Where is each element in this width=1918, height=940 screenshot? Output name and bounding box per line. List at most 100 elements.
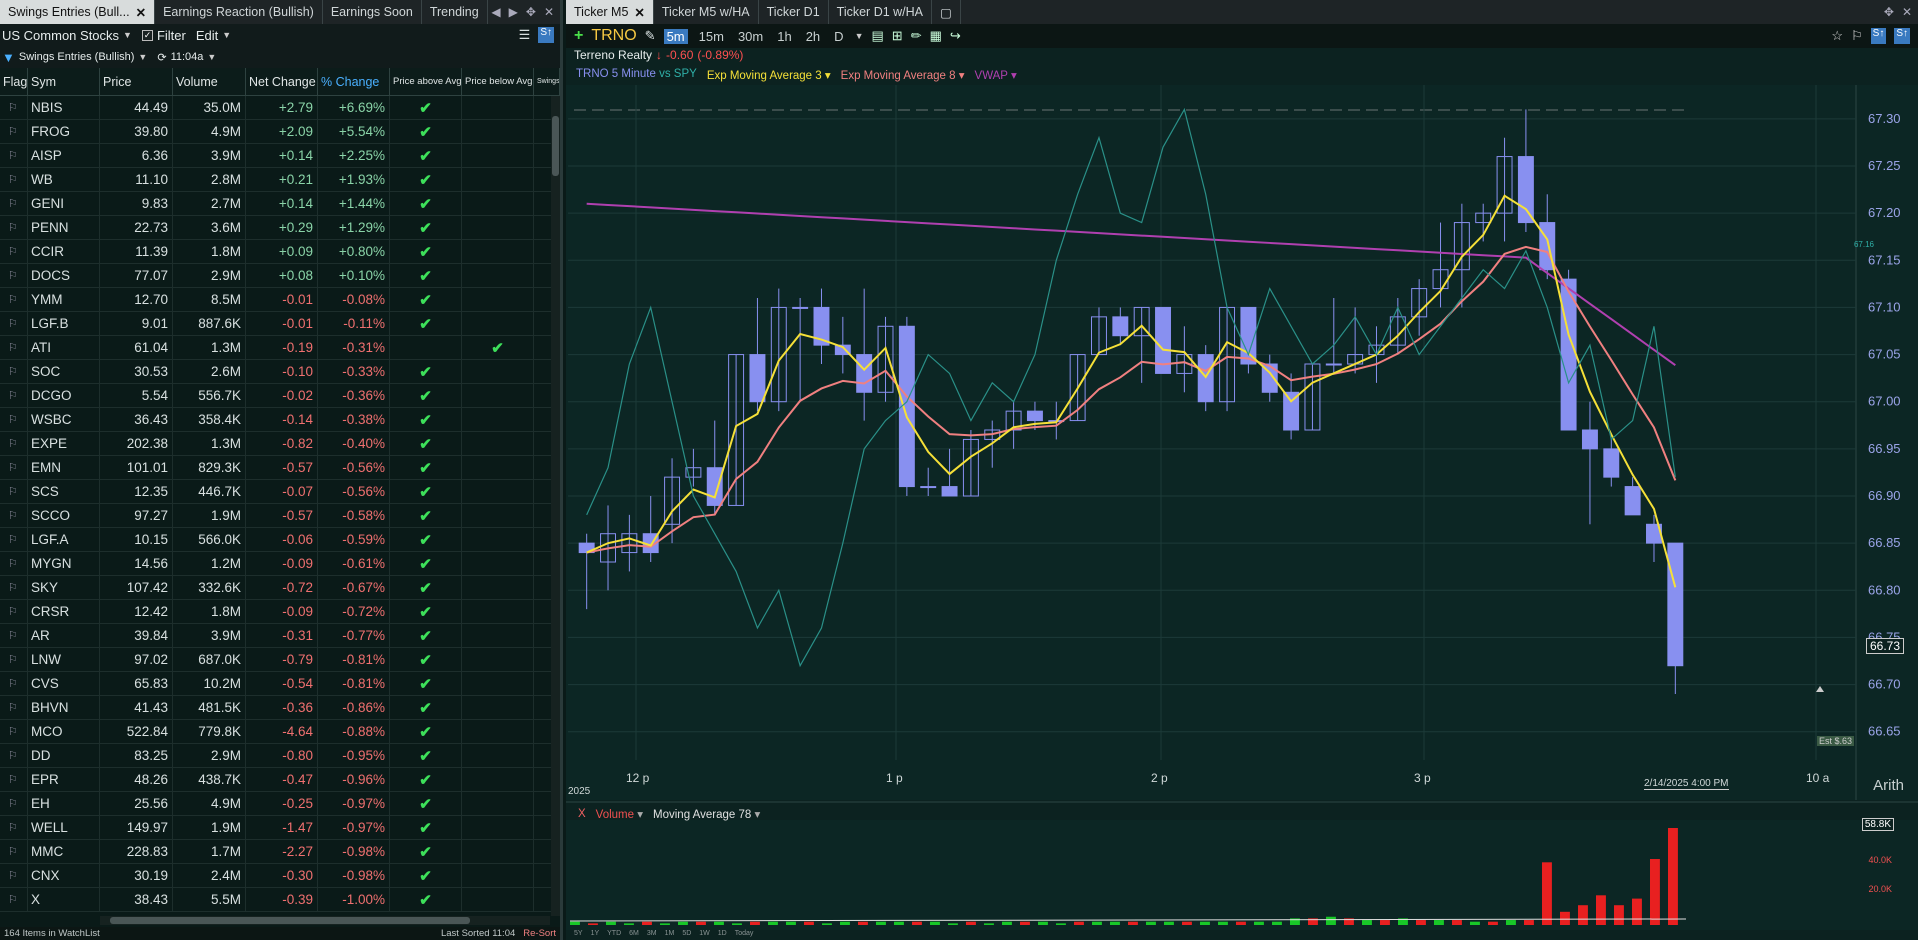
table-row[interactable]: ⚐ WELL 149.97 1.9M -1.47 -0.97% ✔ (0, 816, 560, 840)
table-row[interactable]: ⚐ LGF.A 10.15 566.0K -0.06 -0.59% ✔ (0, 528, 560, 552)
table-row[interactable]: ⚐ AR 39.84 3.9M -0.31 -0.77% ✔ (0, 624, 560, 648)
scrollbar-thumb[interactable] (552, 116, 559, 176)
table-row[interactable]: ⚐ DOCS 77.07 2.9M +0.08 +0.10% ✔ (0, 264, 560, 288)
filter-toggle[interactable]: ✓ Filter (141, 28, 186, 43)
col-header-sym[interactable]: Sym (28, 68, 100, 95)
col-header-price[interactable]: Price (100, 68, 173, 95)
table-row[interactable]: ⚐ CNX 30.19 2.4M -0.30 -0.98% ✔ (0, 864, 560, 888)
flag-icon[interactable]: ⚐ (3, 893, 18, 906)
move-icon[interactable]: ✥ (526, 5, 536, 19)
table-row[interactable]: ⚐ LNW 97.02 687.0K -0.79 -0.81% ✔ (0, 648, 560, 672)
flag-icon[interactable]: ⚐ (3, 101, 18, 114)
flag-icon[interactable]: ⚐ (3, 677, 18, 690)
flag-icon[interactable]: ⚐ (3, 629, 18, 642)
range-button[interactable]: 6M (629, 930, 639, 937)
table-row[interactable]: ⚐ FROG 39.80 4.9M +2.09 +5.54% ✔ (0, 120, 560, 144)
range-button[interactable]: 5D (682, 930, 691, 937)
scan-selector[interactable]: ▼ Swings Entries (Bullish) ▼ (2, 50, 147, 65)
range-button[interactable]: 3M (647, 930, 657, 937)
flag-icon[interactable]: ⚐ (3, 845, 18, 858)
flag-icon[interactable]: ⚐ (3, 869, 18, 882)
volume-study[interactable]: Volume ▾ (596, 807, 643, 821)
table-row[interactable]: ⚐ DD 83.25 2.9M -0.80 -0.95% ✔ (0, 744, 560, 768)
range-button[interactable]: Today (735, 930, 754, 937)
table-row[interactable]: ⚐ DCGO 5.54 556.7K -0.02 -0.36% ✔ (0, 384, 560, 408)
flag-icon[interactable]: ⚐ (3, 581, 18, 594)
table-row[interactable]: ⚐ EPR 48.26 438.7K -0.47 -0.96% ✔ (0, 768, 560, 792)
table-row[interactable]: ⚐ MCO 522.84 779.8K -4.64 -0.88% ✔ (0, 720, 560, 744)
table-row[interactable]: ⚐ LGF.B 9.01 887.6K -0.01 -0.11% ✔ (0, 312, 560, 336)
table-row[interactable]: ⚐ SOC 30.53 2.6M -0.10 -0.33% ✔ (0, 360, 560, 384)
table-row[interactable]: ⚐ CRSR 12.42 1.8M -0.09 -0.72% ✔ (0, 600, 560, 624)
table-row[interactable]: ⚐ CCIR 11.39 1.8M +0.09 +0.80% ✔ (0, 240, 560, 264)
flag-icon[interactable]: ⚐ (3, 509, 18, 522)
flag-icon[interactable]: ⚐ (3, 797, 18, 810)
table-row[interactable]: ⚐ WSBC 36.43 358.4K -0.14 -0.38% ✔ (0, 408, 560, 432)
checkbox-icon[interactable]: ✓ (141, 29, 153, 41)
range-button[interactable]: 1W (699, 930, 710, 937)
flag-icon[interactable]: ⚐ (3, 725, 18, 738)
range-button[interactable]: 1Y (591, 930, 600, 937)
table-row[interactable]: ⚐ EH 25.56 4.9M -0.25 -0.97% ✔ (0, 792, 560, 816)
range-button[interactable]: 1M (665, 930, 675, 937)
table-row[interactable]: ⚐ YMM 12.70 8.5M -0.01 -0.08% ✔ (0, 288, 560, 312)
col-header-price-above[interactable]: Price above Avg 10 (390, 68, 462, 95)
flag-icon[interactable]: ⚐ (3, 533, 18, 546)
table-row[interactable]: ⚐ BHVN 41.43 481.5K -0.36 -0.86% ✔ (0, 696, 560, 720)
flag-icon[interactable]: ⚐ (3, 461, 18, 474)
edit-menu[interactable]: Edit ▼ (196, 28, 231, 43)
range-button[interactable]: YTD (607, 930, 621, 937)
flag-icon[interactable]: ⚐ (3, 437, 18, 450)
ma-study[interactable]: Moving Average 78 ▾ (653, 807, 760, 821)
col-header-volume[interactable]: Volume (173, 68, 246, 95)
table-row[interactable]: ⚐ NBIS 44.49 35.0M +2.79 +6.69% ✔ (0, 96, 560, 120)
flag-icon[interactable]: ⚐ (3, 173, 18, 186)
flag-icon[interactable]: ⚐ (3, 221, 18, 234)
refresh-selector[interactable]: ⟳ 11:04a ▼ (157, 51, 216, 64)
table-row[interactable]: ⚐ GENI 9.83 2.7M +0.14 +1.44% ✔ (0, 192, 560, 216)
flag-icon[interactable]: ⚐ (3, 125, 18, 138)
flag-icon[interactable]: ⚐ (3, 485, 18, 498)
table-row[interactable]: ⚐ SCS 12.35 446.7K -0.07 -0.56% ✔ (0, 480, 560, 504)
col-header-net-change[interactable]: Net Change (246, 68, 318, 95)
horizontal-scrollbar[interactable] (100, 916, 550, 925)
table-row[interactable]: ⚐ EMN 101.01 829.3K -0.57 -0.56% ✔ (0, 456, 560, 480)
table-row[interactable]: ⚐ CVS 65.83 10.2M -0.54 -0.81% ✔ (0, 672, 560, 696)
range-button[interactable]: 1D (718, 930, 727, 937)
flag-icon[interactable]: ⚐ (3, 245, 18, 258)
flag-icon[interactable]: ⚐ (3, 365, 18, 378)
flag-icon[interactable]: ⚐ (3, 317, 18, 330)
prev-tab-icon[interactable]: ◀ (491, 5, 500, 19)
scale-mode-button[interactable]: Arith (1873, 777, 1904, 794)
table-row[interactable]: ⚐ EXPE 202.38 1.3M -0.82 -0.40% ✔ (0, 432, 560, 456)
close-study-icon[interactable]: X (578, 808, 586, 820)
flag-icon[interactable]: ⚐ (3, 605, 18, 618)
flag-icon[interactable]: ⚐ (3, 149, 18, 162)
watchlist-selector[interactable]: US Common Stocks ▼ (2, 28, 132, 43)
tab-swings-entries[interactable]: Swings Entries (Bull... ✕ (0, 0, 156, 24)
flag-icon[interactable]: ⚐ (3, 269, 18, 282)
flag-icon[interactable]: ⚐ (3, 341, 18, 354)
col-header-pct-change[interactable]: % Change (318, 68, 390, 95)
symbol-link-icon[interactable]: S↑ (538, 27, 554, 43)
flag-icon[interactable]: ⚐ (3, 701, 18, 714)
flag-icon[interactable]: ⚐ (3, 557, 18, 570)
col-header-flag[interactable]: Flag (0, 68, 28, 95)
flag-icon[interactable]: ⚐ (3, 389, 18, 402)
table-row[interactable]: ⚐ AISP 6.36 3.9M +0.14 +2.25% ✔ (0, 144, 560, 168)
menu-icon[interactable]: ☰ (519, 27, 531, 43)
col-header-swings[interactable]: Swings (Bullish) (534, 68, 560, 95)
tab-earnings-soon[interactable]: Earnings Soon (323, 0, 422, 24)
scrollbar-thumb[interactable] (110, 917, 470, 924)
table-row[interactable]: ⚐ X 38.43 5.5M -0.39 -1.00% ✔ (0, 888, 560, 912)
tab-trending[interactable]: Trending (422, 0, 488, 24)
flag-icon[interactable]: ⚐ (3, 749, 18, 762)
close-panel-icon[interactable]: ✕ (544, 5, 554, 19)
flag-icon[interactable]: ⚐ (3, 653, 18, 666)
vertical-scrollbar[interactable] (551, 96, 560, 916)
tab-earnings-reaction[interactable]: Earnings Reaction (Bullish) (155, 0, 323, 24)
table-row[interactable]: ⚐ SKY 107.42 332.6K -0.72 -0.67% ✔ (0, 576, 560, 600)
flag-icon[interactable]: ⚐ (3, 413, 18, 426)
table-row[interactable]: ⚐ ATI 61.04 1.3M -0.19 -0.31% ✔ (0, 336, 560, 360)
flag-icon[interactable]: ⚐ (3, 821, 18, 834)
